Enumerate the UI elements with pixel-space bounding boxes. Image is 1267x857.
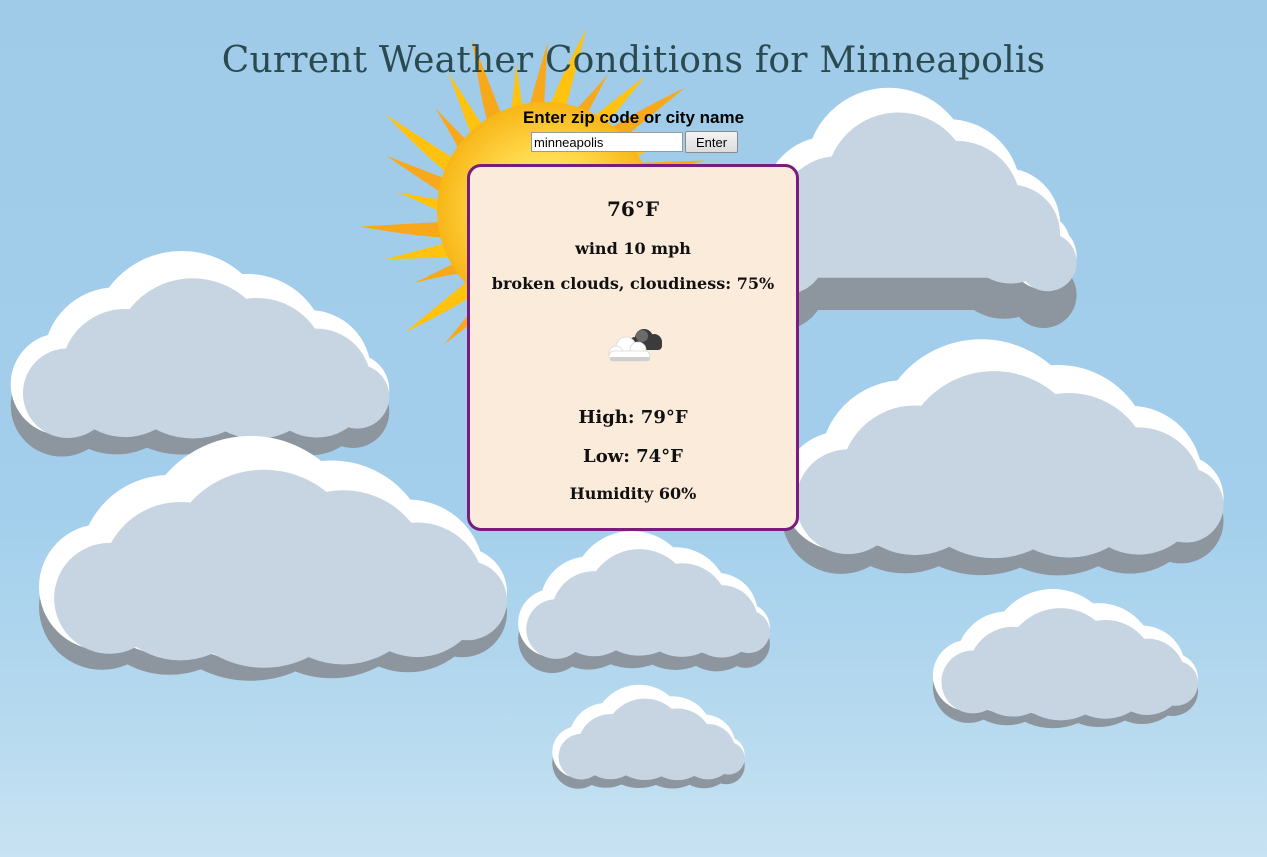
temperature-low: Low: 74°F — [583, 446, 683, 467]
broken-clouds-icon — [608, 329, 662, 362]
enter-button[interactable]: Enter — [685, 131, 738, 153]
wind-speed: wind 10 mph — [575, 239, 691, 258]
search-label: Enter zip code or city name — [522, 108, 745, 127]
temperature-high: High: 79°F — [578, 407, 688, 428]
temperature: 76°F — [606, 197, 660, 221]
weather-card: 76°F wind 10 mph broken clouds, cloudine… — [467, 164, 799, 531]
humidity: Humidity 60% — [569, 484, 697, 503]
weather-description: broken clouds, cloudiness: 75% — [491, 274, 775, 293]
search-input[interactable] — [531, 132, 683, 152]
search-form: Enter — [531, 131, 738, 153]
page-title: Current Weather Conditions for Minneapol… — [221, 40, 1046, 81]
